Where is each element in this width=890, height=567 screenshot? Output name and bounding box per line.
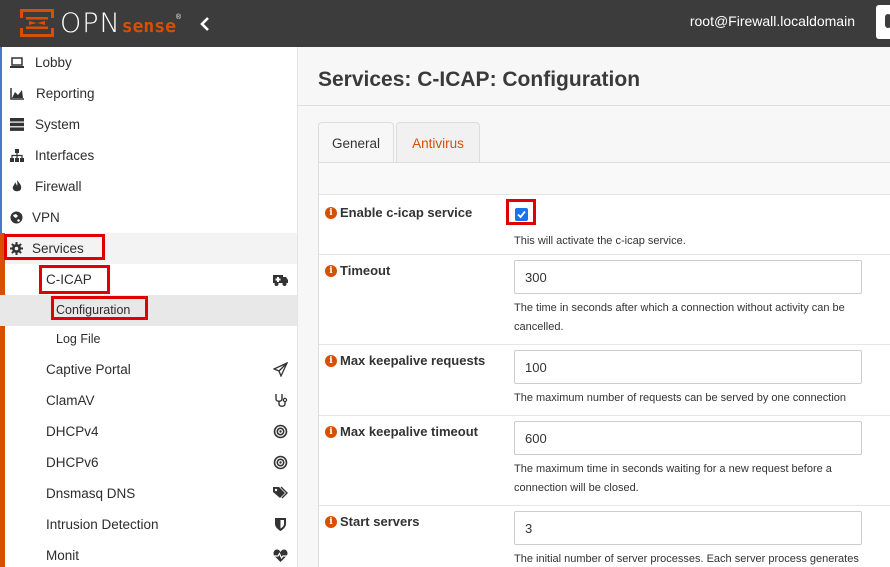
panel-header-row [319, 163, 890, 195]
form-row-start-servers: i Start servers The initial number of se… [319, 506, 890, 567]
form-row-max-keepalive-timeout: i Max keepalive timeout The maximum time… [319, 416, 890, 506]
field-label: Enable c-icap service [340, 205, 473, 220]
shield-icon [275, 518, 286, 531]
highlight-enable-checkbox [506, 199, 536, 225]
field-label: Max keepalive timeout [340, 424, 478, 439]
sidebar-item-monit[interactable]: Monit [0, 540, 297, 567]
help-text: The time in seconds after which a connec… [514, 302, 845, 333]
sidebar-item-configuration[interactable]: Configuration [0, 295, 297, 326]
tab-antivirus[interactable]: Antivirus [396, 122, 480, 163]
stethoscope-icon [275, 394, 288, 407]
top-bar: OPN sense ® root@Firewall.localdomain [0, 0, 890, 47]
sidebar-item-vpn[interactable]: VPN [0, 202, 297, 233]
sidebar-item-intrusion-detection[interactable]: Intrusion Detection [0, 509, 297, 540]
sidebar-item-label: Intrusion Detection [46, 517, 159, 532]
bullseye-icon [273, 455, 288, 470]
sidebar-item-label: DHCPv4 [46, 424, 99, 439]
tags-icon [273, 486, 288, 499]
field-label: Start servers [340, 514, 420, 529]
timeout-input[interactable] [514, 260, 862, 294]
sidebar-item-label: Captive Portal [46, 362, 131, 377]
help-text: The maximum number of requests can be se… [514, 392, 847, 404]
logo-text: OPN [60, 7, 121, 39]
main-content: Services: C-ICAP: Configuration General … [298, 47, 890, 567]
info-icon[interactable]: i [325, 426, 337, 438]
highlight-c-icap [39, 265, 110, 294]
title-divider [298, 105, 890, 106]
area-chart-icon [10, 88, 24, 100]
max-keepalive-timeout-input[interactable] [514, 421, 862, 455]
info-icon[interactable]: i [325, 207, 337, 219]
logo-sense-text: sense [121, 15, 176, 37]
sidebar-item-label: VPN [32, 210, 60, 225]
sidebar-item-label: Log File [56, 332, 101, 346]
info-icon[interactable]: i [325, 516, 337, 528]
opnsense-logo[interactable]: OPN sense ® [20, 7, 181, 39]
settings-panel: i Enable c-icap service This will activa… [318, 162, 890, 567]
server-icon [10, 118, 24, 131]
sidebar-item-label: Firewall [35, 179, 82, 194]
sitemap-icon [10, 149, 24, 162]
max-keepalive-requests-input[interactable] [514, 350, 862, 384]
paper-plane-icon [273, 362, 288, 377]
help-text: The maximum time in seconds waiting for … [514, 463, 832, 494]
help-text: This will activate the c-icap service. [514, 235, 686, 247]
ambulance-icon [273, 275, 288, 286]
field-label: Timeout [340, 263, 391, 278]
sidebar-item-label: Interfaces [35, 148, 95, 163]
globe-icon [10, 211, 23, 224]
logo-registered-mark: ® [175, 13, 182, 21]
sidebar-item-label: ClamAV [46, 393, 95, 408]
page-title: Services: C-ICAP: Configuration [318, 68, 641, 91]
laptop-icon [10, 57, 24, 68]
tab-general[interactable]: General [318, 122, 394, 163]
chevron-left-icon [200, 17, 209, 31]
sidebar-item-firewall[interactable]: Firewall [0, 171, 297, 202]
start-servers-input[interactable] [514, 511, 862, 545]
form-row-timeout: i Timeout The time in seconds after whic… [319, 255, 890, 345]
opnsense-logo-icon [20, 9, 54, 37]
sidebar-item-log-file[interactable]: Log File [0, 324, 297, 355]
form-row-max-keepalive-requests: i Max keepalive requests The maximum num… [319, 345, 890, 416]
heartbeat-icon [273, 549, 288, 562]
sidebar-item-label: System [35, 117, 81, 132]
sidebar-item-interfaces[interactable]: Interfaces [0, 140, 297, 171]
sidebar-item-label: Lobby [35, 55, 72, 70]
sidebar-item-captive-portal[interactable]: Captive Portal [0, 354, 297, 385]
bullseye-icon [273, 424, 288, 439]
form-row-enable: i Enable c-icap service This will activa… [319, 195, 890, 255]
info-icon[interactable]: i [325, 355, 337, 367]
sidebar-item-dhcpv4[interactable]: DHCPv4 [0, 416, 297, 447]
sidebar-item-clamav[interactable]: ClamAV [0, 385, 297, 416]
fire-icon [12, 180, 22, 192]
info-icon[interactable]: i [325, 265, 337, 277]
sidebar-item-label: Dnsmasq DNS [46, 486, 136, 501]
help-text: The initial number of server processes. … [514, 553, 859, 565]
power-button[interactable] [876, 5, 890, 39]
power-icon [885, 14, 890, 28]
sidebar-item-dhcpv6[interactable]: DHCPv6 [0, 447, 297, 478]
highlight-configuration [51, 296, 148, 320]
sidebar-item-reporting[interactable]: Reporting [0, 78, 297, 109]
sidebar-item-system[interactable]: System [0, 109, 297, 140]
field-label: Max keepalive requests [340, 353, 486, 368]
user-menu[interactable]: root@Firewall.localdomain [690, 13, 855, 29]
sidebar-item-label: DHCPv6 [46, 455, 99, 470]
sidebar-item-label: Monit [46, 548, 80, 563]
sidebar-item-dnsmasq-dns[interactable]: Dnsmasq DNS [0, 478, 297, 509]
sidebar-item-lobby[interactable]: Lobby [0, 47, 297, 78]
highlight-services [4, 234, 105, 260]
collapse-sidebar-button[interactable] [196, 13, 214, 35]
sidebar-item-label: Reporting [36, 86, 95, 101]
sidebar: Lobby Reporting System Interfaces Firewa… [0, 47, 298, 567]
